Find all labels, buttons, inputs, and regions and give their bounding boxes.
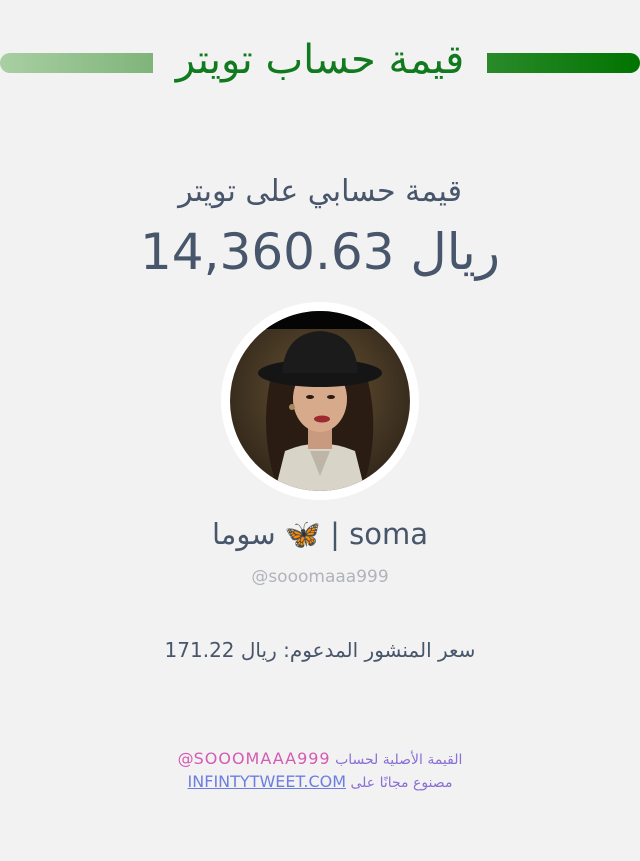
- profile-handle: @sooomaaa999: [251, 567, 389, 587]
- header-decor-bar-right: [487, 53, 640, 73]
- avatar: [221, 302, 419, 500]
- footer-made-free-text: مصنوع مجانًا على: [350, 775, 453, 791]
- page: قيمة حساب تويتر قيمة حسابي على تويتر ريا…: [0, 0, 640, 861]
- footer-line-2: مصنوع مجانًا على infintytweet.com: [0, 771, 640, 794]
- account-value-label: قيمة حسابي على تويتر: [178, 174, 462, 209]
- footer-line-1: القيمة الأصلية لحساب @sooomaaa999: [0, 748, 640, 771]
- header-decor-bar-left: [0, 53, 153, 73]
- footer-original-value-text: القيمة الأصلية لحساب: [335, 752, 463, 768]
- avatar-portrait-image: [230, 311, 410, 491]
- footer: القيمة الأصلية لحساب @sooomaaa999 مصنوع …: [0, 748, 640, 794]
- footer-site-link[interactable]: infintytweet.com: [188, 772, 346, 791]
- promoted-post-price: سعر المنشور المدعوم: ريال 171.22: [164, 638, 476, 662]
- account-value-amount: ريال 14,360.63: [140, 223, 500, 281]
- page-title: قيمة حساب تويتر: [175, 37, 465, 83]
- profile-display-name: soma | 🦋 سوما: [211, 517, 429, 551]
- avatar-photo: [230, 311, 410, 491]
- header: قيمة حساب تويتر: [0, 30, 640, 90]
- footer-handle-link[interactable]: @sooomaaa999: [178, 749, 331, 768]
